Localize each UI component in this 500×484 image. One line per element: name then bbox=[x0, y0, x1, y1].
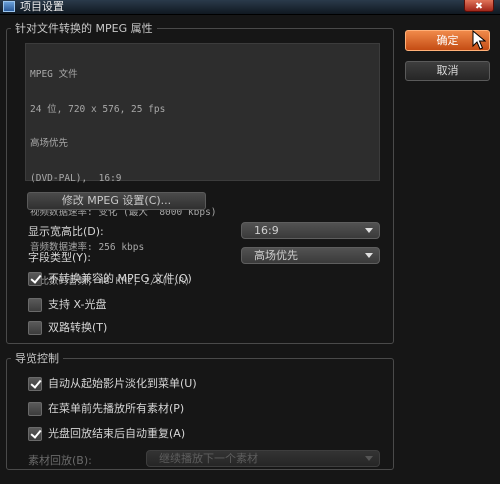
field-type-label: 字段类型(Y): bbox=[28, 251, 92, 264]
dropdown-arrow-icon bbox=[365, 456, 373, 461]
checkbox[interactable] bbox=[28, 321, 42, 335]
aspect-ratio-label: 显示宽高比(D): bbox=[28, 225, 104, 238]
window-close-button[interactable] bbox=[464, 0, 494, 12]
checkbox-label: 双路转换(T) bbox=[48, 321, 108, 334]
checkbox[interactable] bbox=[28, 427, 42, 441]
nav-group-legend: 导览控制 bbox=[15, 352, 59, 365]
checkbox-label: 自动从起始影片淡化到菜单(U) bbox=[48, 377, 197, 390]
window-title: 项目设置 bbox=[20, 0, 64, 13]
checkbox[interactable] bbox=[28, 402, 42, 416]
checkbox-label: 支持 X-光盘 bbox=[48, 298, 107, 311]
aspect-ratio-value: 16:9 bbox=[254, 224, 279, 237]
cancel-button[interactable]: 取消 bbox=[405, 61, 490, 81]
field-type-value: 高场优先 bbox=[254, 249, 298, 262]
modify-mpeg-settings-button[interactable]: 修改 MPEG 设置(C)... bbox=[27, 192, 206, 210]
clip-playback-value: 继续播放下一个素材 bbox=[159, 452, 258, 465]
checkbox[interactable] bbox=[28, 377, 42, 391]
field-type-select[interactable]: 高场优先 bbox=[241, 247, 380, 264]
checkbox[interactable] bbox=[28, 298, 42, 312]
checkbox[interactable] bbox=[28, 272, 42, 286]
clip-playback-select[interactable]: 继续播放下一个素材 bbox=[146, 450, 380, 467]
info-line: 24 位, 720 x 576, 25 fps bbox=[30, 103, 166, 115]
aspect-ratio-select[interactable]: 16:9 bbox=[241, 222, 380, 239]
checkbox-label: 不转换兼容的 MPEG 文件(Q) bbox=[48, 272, 192, 285]
app-icon bbox=[3, 1, 15, 12]
title-bar: 项目设置 bbox=[0, 0, 500, 15]
info-line: MPEG 文件 bbox=[30, 69, 78, 80]
info-line: (DVD-PAL), 16:9 bbox=[30, 172, 122, 184]
mpeg-group-legend: 针对文件转换的 MPEG 属性 bbox=[15, 22, 153, 35]
checkbox-label: 在菜单前先播放所有素材(P) bbox=[48, 402, 185, 415]
dropdown-arrow-icon bbox=[365, 228, 373, 233]
clip-playback-label: 素材回放(B): bbox=[28, 454, 92, 467]
info-line: 高场优先 bbox=[30, 138, 69, 149]
checkbox-label: 光盘回放结束后自动重复(A) bbox=[48, 427, 186, 440]
dropdown-arrow-icon bbox=[365, 253, 373, 258]
mpeg-info-box: MPEG 文件 24 位, 720 x 576, 25 fps 高场优先 (DV… bbox=[25, 43, 380, 287]
mouse-cursor-icon bbox=[472, 30, 486, 50]
